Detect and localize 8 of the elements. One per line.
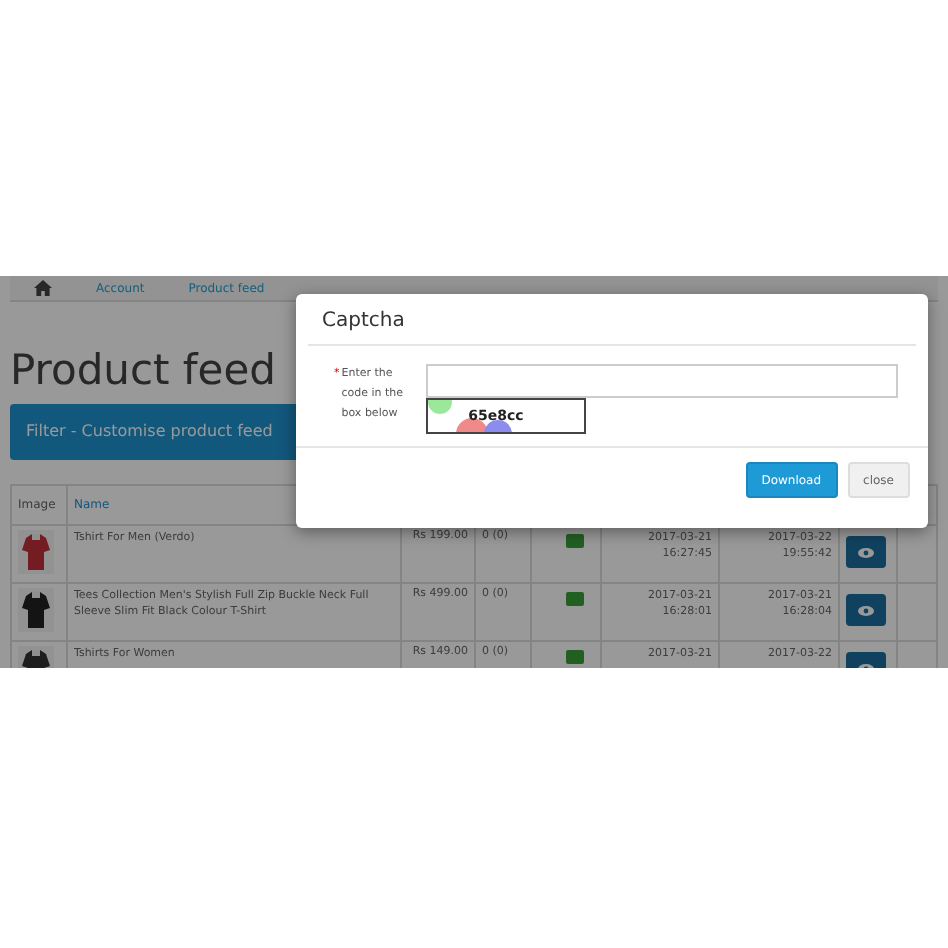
page-title: Product feed bbox=[10, 346, 276, 394]
eye-icon bbox=[858, 605, 874, 615]
captcha-input[interactable] bbox=[426, 364, 898, 398]
dialog-title: Captcha bbox=[308, 294, 916, 346]
eye-icon bbox=[858, 547, 874, 557]
home-icon[interactable] bbox=[34, 280, 52, 296]
view-button[interactable] bbox=[846, 536, 886, 568]
view-button[interactable] bbox=[846, 594, 886, 626]
